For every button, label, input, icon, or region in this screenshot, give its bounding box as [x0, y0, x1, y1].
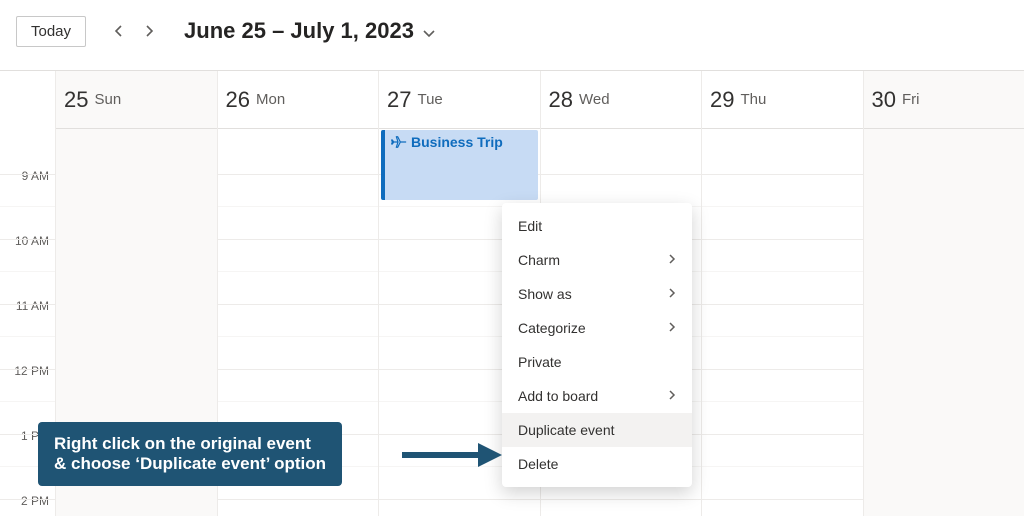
time-label: 11 AM: [16, 299, 49, 313]
menu-label: Duplicate event: [518, 422, 615, 438]
callout-line-1: Right click on the original event: [54, 434, 326, 454]
day-header: 26 Mon: [218, 71, 379, 129]
chevron-left-icon: [114, 24, 124, 38]
time-label: 9 AM: [22, 169, 49, 183]
day-col-fri[interactable]: 30 Fri: [863, 71, 1024, 516]
day-number: 27: [387, 87, 411, 113]
time-label: 12 PM: [14, 364, 49, 378]
next-arrow[interactable]: [134, 16, 164, 46]
menu-item-show-as[interactable]: Show as: [502, 277, 692, 311]
day-number: 26: [226, 87, 250, 113]
day-number: 25: [64, 87, 88, 113]
airplane-icon: [391, 134, 407, 155]
menu-label: Private: [518, 354, 562, 370]
menu-item-categorize[interactable]: Categorize: [502, 311, 692, 345]
prev-arrow[interactable]: [104, 16, 134, 46]
chevron-right-icon: [668, 287, 676, 302]
menu-item-delete[interactable]: Delete: [502, 447, 692, 481]
menu-label: Categorize: [518, 320, 586, 336]
menu-label: Edit: [518, 218, 542, 234]
day-header: 30 Fri: [864, 71, 1024, 129]
menu-item-charm[interactable]: Charm: [502, 243, 692, 277]
menu-item-edit[interactable]: Edit: [502, 209, 692, 243]
day-number: 30: [872, 87, 896, 113]
event-title: Business Trip: [411, 134, 503, 150]
menu-label: Show as: [518, 286, 572, 302]
day-header: 27 Tue: [379, 71, 540, 129]
day-name: Fri: [902, 91, 920, 108]
menu-label: Add to board: [518, 388, 598, 404]
arrow-right-icon: [402, 440, 502, 470]
day-name: Wed: [579, 91, 610, 108]
day-number: 29: [710, 87, 734, 113]
menu-item-duplicate-event[interactable]: Duplicate event: [502, 413, 692, 447]
callout-line-2: & choose ‘Duplicate event’ option: [54, 454, 326, 474]
day-name: Mon: [256, 91, 285, 108]
chevron-down-icon: [422, 18, 436, 44]
time-label: 10 AM: [15, 234, 49, 248]
event-business-trip[interactable]: Business Trip: [381, 130, 538, 200]
calendar-toolbar: Today June 25 – July 1, 2023: [0, 0, 1024, 70]
tutorial-callout: Right click on the original event & choo…: [38, 422, 342, 486]
chevron-right-icon: [668, 389, 676, 404]
menu-item-private[interactable]: Private: [502, 345, 692, 379]
menu-item-add-to-board[interactable]: Add to board: [502, 379, 692, 413]
event-context-menu: Edit Charm Show as Categorize Private Ad…: [502, 203, 692, 487]
day-name: Thu: [740, 91, 766, 108]
day-number: 28: [549, 87, 573, 113]
tutorial-arrow: [402, 440, 502, 470]
today-button[interactable]: Today: [16, 16, 86, 47]
time-label: 2 PM: [21, 494, 49, 508]
day-name: Tue: [417, 91, 442, 108]
day-header: 29 Thu: [702, 71, 863, 129]
day-header: 28 Wed: [541, 71, 702, 129]
day-header: 25 Sun: [56, 71, 217, 129]
menu-label: Delete: [518, 456, 558, 472]
chevron-right-icon: [668, 253, 676, 268]
day-col-thu[interactable]: 29 Thu: [701, 71, 863, 516]
menu-label: Charm: [518, 252, 560, 268]
day-name: Sun: [94, 91, 121, 108]
date-range-text: June 25 – July 1, 2023: [184, 18, 414, 44]
nav-arrows: [104, 16, 164, 46]
chevron-right-icon: [668, 321, 676, 336]
chevron-right-icon: [144, 24, 154, 38]
date-range-picker[interactable]: June 25 – July 1, 2023: [184, 18, 436, 44]
